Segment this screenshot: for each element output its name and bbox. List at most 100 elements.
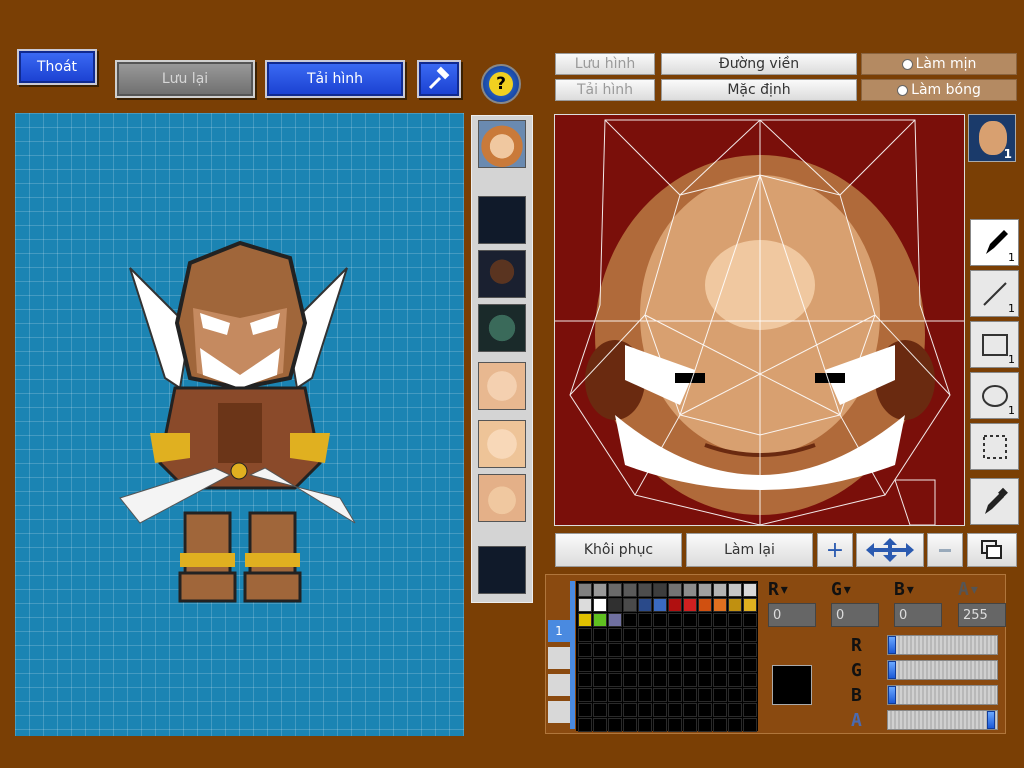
palette-swatch[interactable] xyxy=(683,673,697,687)
palette-swatch[interactable] xyxy=(638,658,652,672)
palette-swatch[interactable] xyxy=(578,703,592,717)
palette-swatch[interactable] xyxy=(668,688,682,702)
palette-swatch[interactable] xyxy=(683,583,697,597)
palette-swatch[interactable] xyxy=(743,598,757,612)
palette-swatch[interactable] xyxy=(638,703,652,717)
palette-swatch[interactable] xyxy=(578,718,592,732)
smooth-option[interactable]: Làm mịn xyxy=(861,53,1017,75)
palette-swatch[interactable] xyxy=(728,673,742,687)
palette-swatch[interactable] xyxy=(713,688,727,702)
palette-swatch[interactable] xyxy=(728,643,742,657)
blue-value-field[interactable]: 0 xyxy=(894,603,942,627)
eyedropper-tool[interactable] xyxy=(970,478,1019,525)
palette-swatch[interactable] xyxy=(623,598,637,612)
palette-swatch[interactable] xyxy=(608,658,622,672)
part-character-portrait[interactable] xyxy=(478,120,526,168)
smooth-radio[interactable] xyxy=(901,58,913,70)
shade-option[interactable]: Làm bóng xyxy=(861,79,1017,101)
palette-swatch[interactable] xyxy=(593,613,607,627)
palette-swatch[interactable] xyxy=(578,583,592,597)
pen-tool[interactable]: 1 xyxy=(970,219,1019,266)
palette-swatch[interactable] xyxy=(728,658,742,672)
alpha-value-field[interactable]: 255 xyxy=(958,603,1006,627)
palette-swatch[interactable] xyxy=(638,628,652,642)
save-button[interactable]: Lưu lại xyxy=(115,60,255,98)
green-value-field[interactable]: 0 xyxy=(831,603,879,627)
palette-swatch[interactable] xyxy=(743,718,757,732)
palette-swatch[interactable] xyxy=(638,688,652,702)
palette-swatch[interactable] xyxy=(698,643,712,657)
layer-button[interactable] xyxy=(967,533,1017,567)
palette-swatch[interactable] xyxy=(608,688,622,702)
part-face[interactable] xyxy=(478,362,526,410)
palette-swatch[interactable] xyxy=(683,643,697,657)
palette-swatch[interactable] xyxy=(743,673,757,687)
palette-swatch[interactable] xyxy=(638,643,652,657)
palette-swatch[interactable] xyxy=(578,613,592,627)
palette-swatch[interactable] xyxy=(713,598,727,612)
palette-swatch[interactable] xyxy=(683,628,697,642)
rectangle-tool[interactable]: 1 xyxy=(970,321,1019,368)
palette-swatch[interactable] xyxy=(653,583,667,597)
palette-swatch[interactable] xyxy=(623,643,637,657)
palette-swatch[interactable] xyxy=(623,583,637,597)
palette-swatch[interactable] xyxy=(608,628,622,642)
palette-swatch[interactable] xyxy=(668,583,682,597)
palette-swatch[interactable] xyxy=(608,703,622,717)
blue-slider[interactable] xyxy=(887,685,998,705)
palette-swatch[interactable] xyxy=(698,673,712,687)
palette-swatch[interactable] xyxy=(683,718,697,732)
palette-swatch[interactable] xyxy=(653,598,667,612)
palette-swatch[interactable] xyxy=(713,643,727,657)
palette-tab-4[interactable] xyxy=(548,701,570,723)
move-button[interactable] xyxy=(856,533,924,567)
palette-swatch[interactable] xyxy=(743,703,757,717)
shade-radio[interactable] xyxy=(897,84,909,96)
palette-swatch[interactable] xyxy=(653,613,667,627)
palette-swatch[interactable] xyxy=(713,718,727,732)
blue-slider-handle[interactable] xyxy=(888,686,896,704)
palette-swatch[interactable] xyxy=(713,658,727,672)
palette-swatch[interactable] xyxy=(593,628,607,642)
palette-swatch[interactable] xyxy=(713,703,727,717)
reload-button[interactable]: Tải hình xyxy=(265,60,405,98)
restore-button[interactable]: Khôi phục xyxy=(555,533,682,567)
palette-swatch[interactable] xyxy=(638,613,652,627)
palette-swatch[interactable] xyxy=(623,673,637,687)
alpha-slider-handle[interactable] xyxy=(987,711,995,729)
palette-swatch[interactable] xyxy=(578,688,592,702)
palette-swatch[interactable] xyxy=(668,718,682,732)
part-slot-empty-1[interactable] xyxy=(478,196,526,244)
red-slider[interactable] xyxy=(887,635,998,655)
palette-swatch[interactable] xyxy=(593,583,607,597)
palette-swatch[interactable] xyxy=(683,703,697,717)
palette-swatch[interactable] xyxy=(743,643,757,657)
palette-tab-3[interactable] xyxy=(548,674,570,696)
palette-swatch[interactable] xyxy=(728,718,742,732)
palette-swatch[interactable] xyxy=(653,658,667,672)
palette-swatch[interactable] xyxy=(668,628,682,642)
palette-swatch[interactable] xyxy=(608,643,622,657)
palette-swatch[interactable] xyxy=(623,703,637,717)
palette-swatch[interactable] xyxy=(728,613,742,627)
part-slot-empty-2[interactable] xyxy=(478,546,526,594)
part-body[interactable] xyxy=(478,420,526,468)
palette-swatch[interactable] xyxy=(743,613,757,627)
palette-swatch[interactable] xyxy=(668,598,682,612)
palette-swatch[interactable] xyxy=(698,703,712,717)
palette-swatch[interactable] xyxy=(653,703,667,717)
red-slider-handle[interactable] xyxy=(888,636,896,654)
palette-swatch[interactable] xyxy=(623,613,637,627)
palette-swatch[interactable] xyxy=(638,718,652,732)
line-tool[interactable]: 1 xyxy=(970,270,1019,317)
palette-swatch[interactable] xyxy=(668,613,682,627)
palette-swatch[interactable] xyxy=(683,598,697,612)
palette-swatch[interactable] xyxy=(593,703,607,717)
palette-swatch[interactable] xyxy=(593,658,607,672)
palette-swatch[interactable] xyxy=(578,598,592,612)
palette-swatch[interactable] xyxy=(623,718,637,732)
default-button[interactable]: Mặc định xyxy=(661,79,857,101)
palette-swatch[interactable] xyxy=(578,673,592,687)
palette-swatch[interactable] xyxy=(698,628,712,642)
palette-swatch[interactable] xyxy=(638,673,652,687)
